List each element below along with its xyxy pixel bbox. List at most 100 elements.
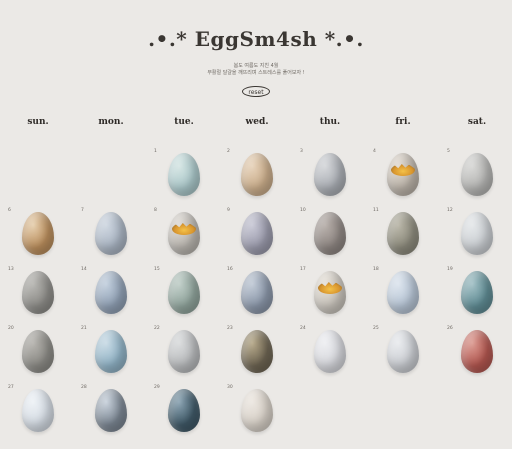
day-number: 2 [227, 149, 230, 154]
weekday-mon: mon. [98, 117, 124, 127]
day-cell-10[interactable]: 10 [300, 208, 360, 264]
egg-icon[interactable] [314, 153, 346, 196]
weekday-tue: tue. [174, 117, 194, 127]
day-number: 23 [227, 326, 233, 331]
day-cell-18[interactable]: 18 [373, 267, 433, 323]
egg-icon[interactable] [387, 271, 419, 314]
day-cell-30[interactable]: 30 [227, 385, 287, 441]
subtitle-line-1: 봄도 여름도 지친 4월 [233, 63, 279, 69]
day-cell-14[interactable]: 14 [81, 267, 141, 323]
egg-icon[interactable] [461, 153, 493, 196]
egg-icon[interactable] [95, 271, 127, 314]
day-number: 30 [227, 385, 233, 390]
egg-icon[interactable] [241, 271, 273, 314]
egg-icon[interactable] [22, 271, 54, 314]
weekday-wed: wed. [245, 117, 269, 127]
day-number: 28 [81, 385, 87, 390]
day-cell-26[interactable]: 26 [447, 326, 507, 382]
day-number: 29 [154, 385, 160, 390]
day-number: 12 [447, 208, 453, 213]
day-number: 19 [447, 267, 453, 272]
day-cell-16[interactable]: 16 [227, 267, 287, 323]
egg-icon[interactable] [314, 330, 346, 373]
day-cell-3[interactable]: 3 [300, 149, 360, 205]
egg-icon[interactable] [241, 153, 273, 196]
day-cell-29[interactable]: 29 [154, 385, 214, 441]
day-number: 11 [373, 208, 379, 213]
day-cell-24[interactable]: 24 [300, 326, 360, 382]
weekday-sun: sun. [27, 117, 49, 127]
broken-egg-icon[interactable] [314, 271, 346, 314]
day-cell-15[interactable]: 15 [154, 267, 214, 323]
weekday-thu: thu. [319, 117, 341, 127]
day-number: 15 [154, 267, 160, 272]
day-number: 24 [300, 326, 306, 331]
day-cell-20[interactable]: 20 [8, 326, 68, 382]
subtitle-line-2: 부활절 달걀을 깨뜨리며 스트레스를 풀어보자 ! [207, 70, 305, 76]
egg-icon[interactable] [95, 330, 127, 373]
day-cell-19[interactable]: 19 [447, 267, 507, 323]
day-number: 22 [154, 326, 160, 331]
day-number: 25 [373, 326, 379, 331]
day-number: 6 [8, 208, 11, 213]
day-cell-7[interactable]: 7 [81, 208, 141, 264]
day-cell-13[interactable]: 13 [8, 267, 68, 323]
egg-icon[interactable] [22, 330, 54, 373]
day-number: 21 [81, 326, 87, 331]
day-number: 7 [81, 208, 84, 213]
day-cell-23[interactable]: 23 [227, 326, 287, 382]
day-cell-27[interactable]: 27 [8, 385, 68, 441]
egg-icon[interactable] [22, 212, 54, 255]
egg-icon[interactable] [387, 330, 419, 373]
egg-icon[interactable] [168, 330, 200, 373]
egg-icon[interactable] [168, 153, 200, 196]
day-number: 13 [8, 267, 14, 272]
broken-egg-icon[interactable] [168, 212, 200, 255]
day-number: 9 [227, 208, 230, 213]
day-number: 3 [300, 149, 303, 154]
day-number: 27 [8, 385, 14, 390]
day-cell-28[interactable]: 28 [81, 385, 141, 441]
egg-icon[interactable] [22, 389, 54, 432]
egg-icon[interactable] [387, 212, 419, 255]
egg-icon[interactable] [241, 212, 273, 255]
egg-icon[interactable] [461, 271, 493, 314]
egg-icon[interactable] [168, 389, 200, 432]
day-cell-1[interactable]: 1 [154, 149, 214, 205]
egg-icon[interactable] [314, 212, 346, 255]
day-number: 1 [154, 149, 157, 154]
egg-icon[interactable] [241, 389, 273, 432]
day-cell-22[interactable]: 22 [154, 326, 214, 382]
day-number: 16 [227, 267, 233, 272]
day-cell-6[interactable]: 6 [8, 208, 68, 264]
day-cell-9[interactable]: 9 [227, 208, 287, 264]
day-cell-17[interactable]: 17 [300, 267, 360, 323]
egg-icon[interactable] [95, 212, 127, 255]
day-cell-11[interactable]: 11 [373, 208, 433, 264]
day-cell-21[interactable]: 21 [81, 326, 141, 382]
day-number: 5 [447, 149, 450, 154]
egg-icon[interactable] [241, 330, 273, 373]
egg-icon[interactable] [461, 330, 493, 373]
day-number: 26 [447, 326, 453, 331]
day-number: 4 [373, 149, 376, 154]
broken-egg-icon[interactable] [387, 153, 419, 196]
weekday-fri: fri. [395, 117, 411, 127]
day-number: 14 [81, 267, 87, 272]
day-cell-4[interactable]: 4 [373, 149, 433, 205]
day-cell-5[interactable]: 5 [447, 149, 507, 205]
day-number: 20 [8, 326, 14, 331]
reset-button[interactable]: reset [242, 86, 270, 97]
day-cell-2[interactable]: 2 [227, 149, 287, 205]
day-cell-8[interactable]: 8 [154, 208, 214, 264]
egg-icon[interactable] [168, 271, 200, 314]
day-number: 18 [373, 267, 379, 272]
day-cell-25[interactable]: 25 [373, 326, 433, 382]
app-title: .•.* EggSm4sh *.•. [148, 27, 364, 51]
day-number: 10 [300, 208, 306, 213]
weekday-sat: sat. [467, 117, 487, 127]
egg-icon[interactable] [95, 389, 127, 432]
day-cell-12[interactable]: 12 [447, 208, 507, 264]
egg-icon[interactable] [461, 212, 493, 255]
day-number: 8 [154, 208, 157, 213]
